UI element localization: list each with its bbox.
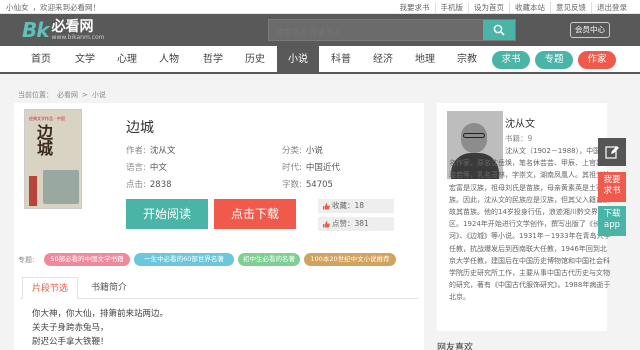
nav-topics-button[interactable]: 专题 [535, 51, 573, 69]
language-value: 中文 [149, 163, 167, 173]
era-meta: 时代: 中国近代 [282, 163, 340, 173]
nav-religion[interactable]: 宗教 [446, 46, 488, 74]
nav-people[interactable]: 人物 [148, 46, 190, 74]
section-heading-favorites: 网友喜欢 [437, 343, 474, 350]
top-bar: 小仙女 ，欢迎来到必看网！ 我要求书 手机版 设为首页 收藏本站 意见反馈 退出登… [0, 0, 640, 14]
nav-geography[interactable]: 地理 [404, 46, 446, 74]
edit-icon [605, 146, 619, 159]
breadcrumb-prefix: 当前位置： [18, 91, 53, 99]
download-button[interactable]: 点击下载 [214, 199, 296, 229]
excerpt-text: 你大神，你大仙，排箫前来站两边。 关夫子身跨赤兔马， 尉迟公手拿大铁鞭！ [32, 307, 168, 349]
search-icon [493, 24, 505, 36]
nav-novel[interactable]: 小说 [277, 46, 319, 74]
thumbs-up-icon [323, 203, 330, 210]
username-link[interactable]: 小仙女 [6, 3, 29, 12]
clicks-meta: 点击: 2838 [126, 180, 172, 190]
cover-ribbon [29, 176, 37, 206]
search-input[interactable] [269, 22, 483, 43]
excerpt-line: 关夫子身跨赤兔马， [32, 323, 109, 333]
nav-home[interactable]: 首页 [20, 46, 62, 74]
breadcrumb-home[interactable]: 必看网 [57, 91, 78, 99]
book-cover: 经典文学作品 · 中国 边城 [24, 109, 82, 209]
category-meta: 分类: 小说 [282, 146, 323, 156]
topic-tag[interactable]: 100本20世纪中文小说推荐 [304, 253, 396, 266]
clicks-value: 2838 [149, 180, 172, 190]
feedback-edit-button[interactable] [598, 138, 626, 166]
main-nav: 首页 文学 心理 人物 哲学 历史 小说 科普 经济 地理 宗教 求书 专题 作… [0, 46, 640, 74]
search-button[interactable] [483, 20, 515, 40]
book-detail-panel: 经典文学作品 · 中国 边城 边城 作者: 沈从文 分类: 小说 语言: 中文 时代:… [14, 103, 424, 350]
author-panel: 沈从文 书籍：9 沈从文（1902－1988），中国著名作家，原名沈岳焕，笔名休… [437, 103, 611, 331]
side-download-app-button[interactable]: 下载 app [598, 206, 626, 236]
nav-economy[interactable]: 经济 [362, 46, 404, 74]
cover-illustration [43, 170, 79, 204]
like-count: 点赞：381 [332, 219, 369, 228]
feedback-link[interactable]: 意见反馈 [550, 2, 591, 13]
member-center-button[interactable]: 会员中心 [570, 22, 610, 38]
nav-science[interactable]: 科普 [320, 46, 362, 74]
nav-authors-button[interactable]: 作家 [578, 51, 616, 69]
author-meta: 作者: 沈从文 [126, 146, 176, 156]
breadcrumb-current[interactable]: 小说 [92, 91, 106, 99]
breadcrumb-separator: > [82, 91, 88, 99]
search-box [268, 19, 516, 43]
like-icon [323, 221, 330, 228]
mobile-link[interactable]: 手机版 [434, 2, 469, 13]
nav-psychology[interactable]: 心理 [106, 46, 148, 74]
logo-url: www.bikanm.com [51, 33, 105, 41]
excerpt-line: 你大神，你大仙，排箫前来站两边。 [32, 309, 169, 319]
author-name[interactable]: 沈从文 [505, 115, 535, 130]
book-title: 边城 [126, 120, 154, 136]
category-value[interactable]: 小说 [306, 146, 323, 156]
bookmark-link[interactable]: 收藏本站 [509, 2, 550, 13]
topic-tag[interactable]: 初中生必看的名著 [238, 253, 300, 266]
topic-tag[interactable]: 一生中必看的60部世界名著 [134, 253, 234, 266]
top-links: 我要求书 手机版 设为首页 收藏本站 意见反馈 退出登录 [395, 2, 633, 13]
cover-title: 边城 [34, 124, 53, 156]
content-tabs: 片段节选 书籍简介 [20, 277, 418, 299]
tab-synopsis[interactable]: 书籍简介 [80, 277, 138, 299]
era-value: 中国近代 [305, 163, 340, 173]
words-value: 54705 [305, 180, 333, 190]
logout-link[interactable]: 退出登录 [591, 2, 632, 13]
logo-name: 必看网 [51, 18, 94, 35]
nav-literature[interactable]: 文学 [64, 46, 106, 74]
nav-history[interactable]: 历史 [234, 46, 276, 74]
breadcrumb: 当前位置： 必看网 > 小说 [18, 90, 110, 100]
author-book-count: 书籍：9 [505, 134, 533, 143]
welcome-message: ，欢迎来到必看网！ [32, 3, 101, 12]
words-meta: 字数: 54705 [282, 180, 333, 190]
nav-philosophy[interactable]: 哲学 [192, 46, 234, 74]
logo-mark: Bk [22, 18, 50, 42]
language-meta: 语言: 中文 [126, 163, 167, 173]
favorite-count: 收藏：18 [332, 201, 365, 210]
start-reading-button[interactable]: 开始阅读 [126, 199, 208, 229]
site-logo[interactable]: Bk 必看网 www.bikanm.com [22, 17, 105, 43]
like-button[interactable]: 点赞：381 [318, 217, 394, 231]
welcome-text: 小仙女 ，欢迎来到必看网！ [6, 2, 100, 13]
author-value[interactable]: 沈从文 [150, 146, 176, 156]
tab-excerpt[interactable]: 片段节选 [22, 277, 78, 299]
excerpt-line: 尉迟公手拿大铁鞭！ [32, 337, 109, 347]
set-homepage-link[interactable]: 设为首页 [468, 2, 509, 13]
topic-tag[interactable]: 50部必看的中国文学书籍 [44, 253, 130, 266]
site-header: Bk 必看网 www.bikanm.com 会员中心 [0, 14, 640, 46]
nav-request-book-button[interactable]: 求书 [492, 51, 530, 69]
cover-series-label: 经典文学作品 · 中国 [29, 116, 65, 121]
author-bio: 沈从文（1902－1988），中国著名作家，原名沈岳焕，笔名休芸芸、甲辰、上官碧… [449, 147, 611, 302]
favorite-button[interactable]: 收藏：18 [318, 199, 394, 213]
topics-label: 专题: [18, 256, 35, 264]
request-book-link[interactable]: 我要求书 [395, 2, 435, 13]
side-request-book-button[interactable]: 我要 求书 [598, 172, 626, 202]
